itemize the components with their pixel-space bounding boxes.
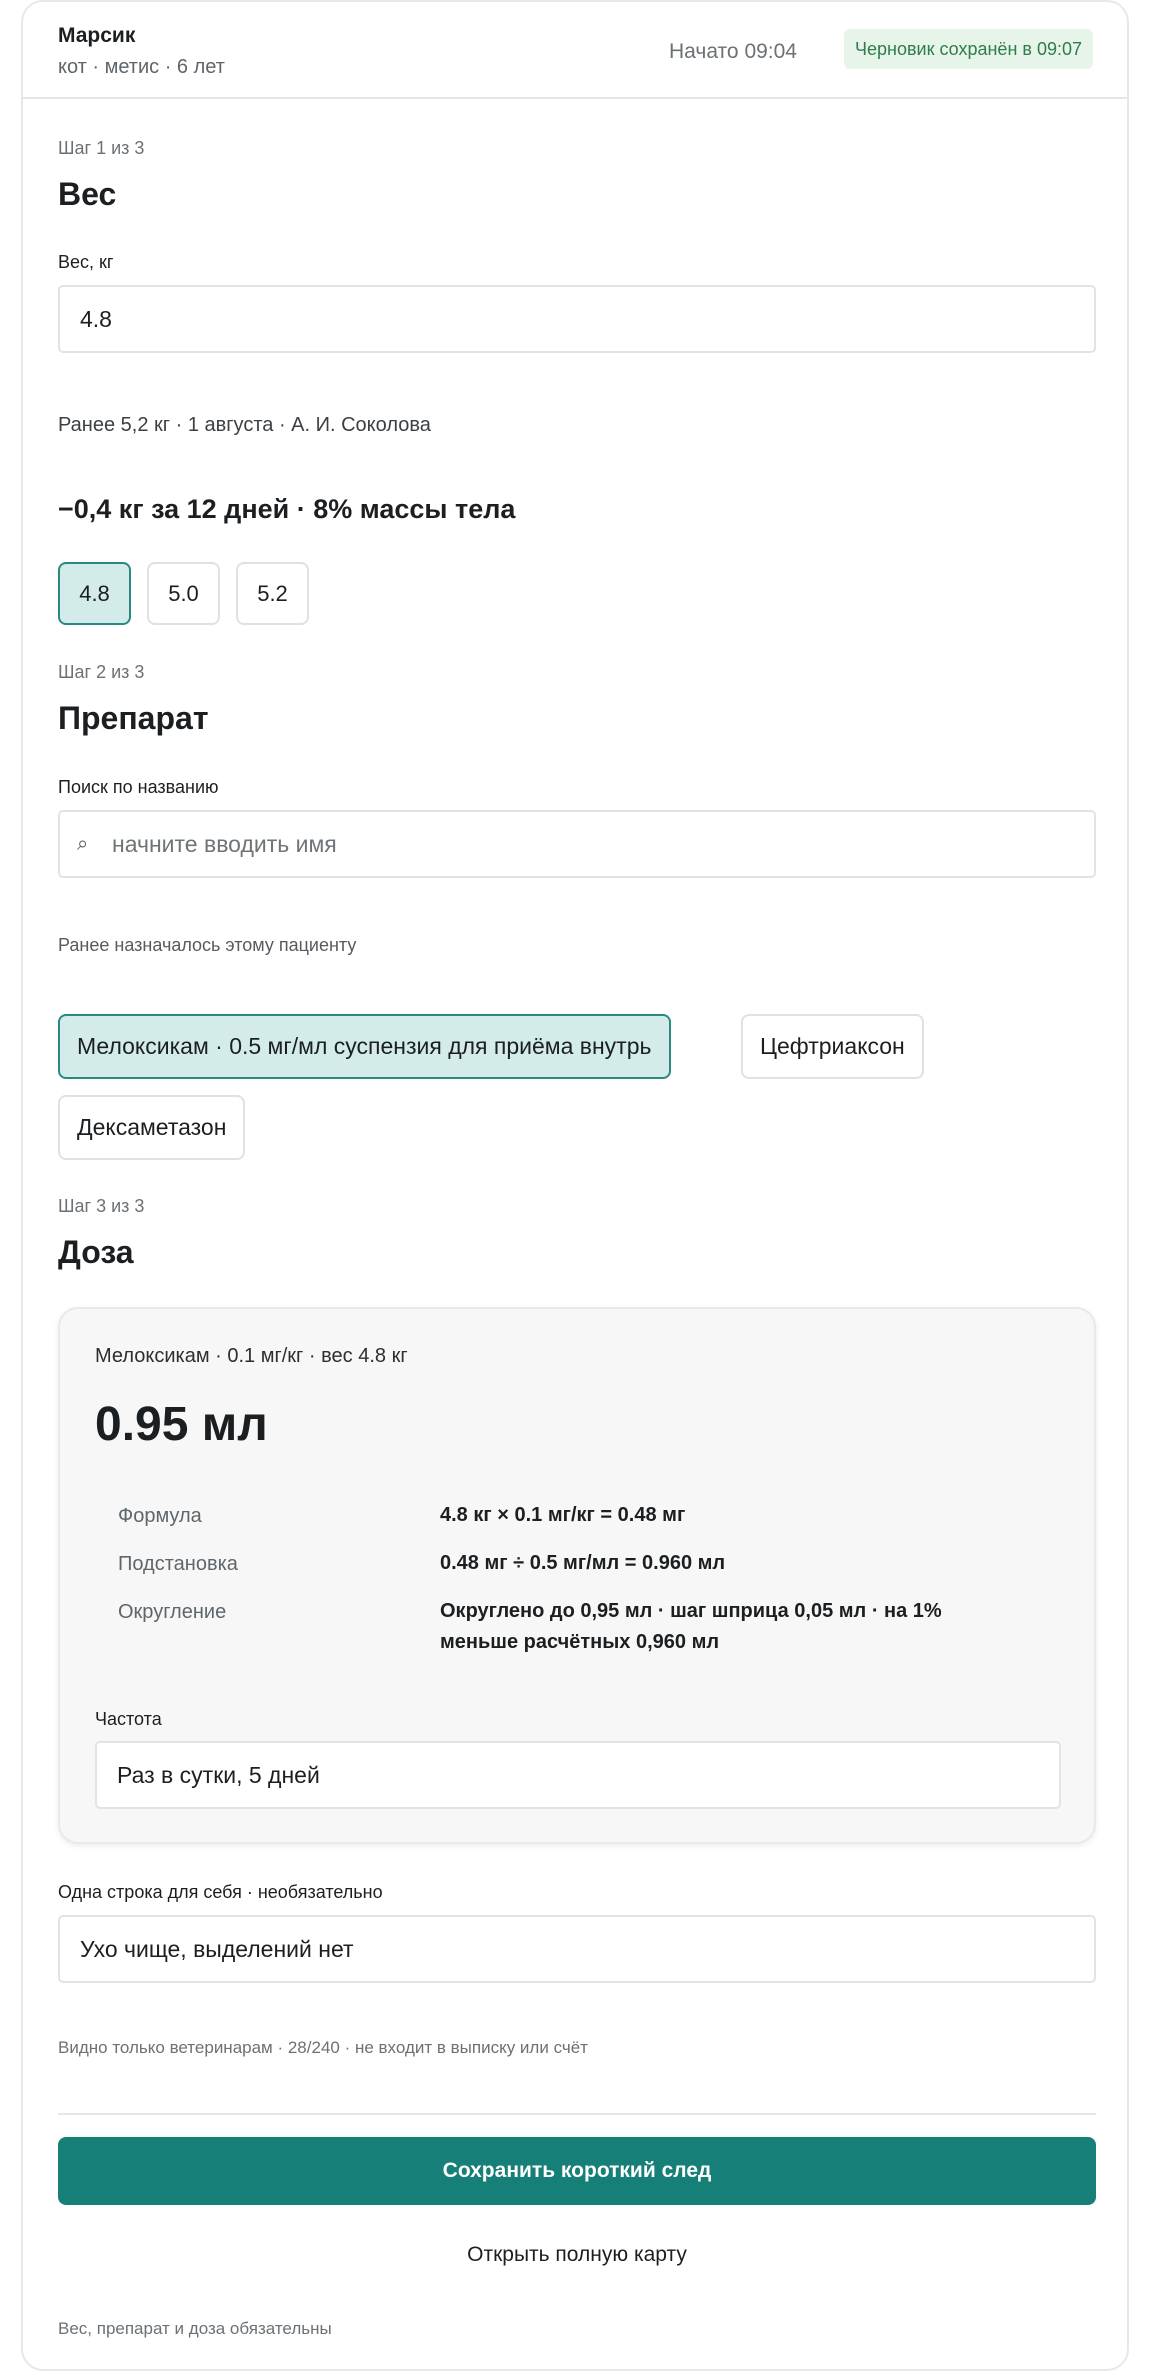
frequency-label: Частота (95, 1709, 162, 1729)
weight-chip-4-8[interactable]: 4.8 (58, 562, 131, 625)
rounding-value: Округлено до 0,95 мл · шаг шприца 0,05 м… (440, 1600, 942, 1653)
frequency-input[interactable]: Раз в сутки, 5 дней (95, 1741, 1061, 1809)
dose-calculation-panel: Мелоксикам · 0.1 мг/кг · вес 4.8 кг 0.95… (58, 1307, 1096, 1844)
weight-chip-5-2[interactable]: 5.2 (236, 562, 309, 625)
weight-delta: −0,4 кг за 12 дней · 8% массы тела (58, 494, 516, 524)
formula-value: 4.8 кг × 0.1 мг/кг = 0.48 мг (440, 1504, 686, 1526)
step-3-label: Шаг 3 из 3 (58, 1196, 145, 1216)
search-icon: ⌕ (77, 833, 89, 855)
drug-history-label: Ранее назначалось этому пациенту (58, 935, 357, 955)
note-hint: Видно только ветеринарам · 28/240 · не в… (58, 2038, 588, 2057)
weight-field-label: Вес, кг (58, 252, 114, 272)
dose-value: 0.95 мл (95, 1398, 268, 1451)
footer-divider (58, 2113, 1096, 2115)
drug-search-label: Поиск по названию (58, 777, 219, 797)
patient-meta: кот · метис · 6 лет (58, 56, 225, 78)
drug-chip-meloxicam[interactable]: Мелоксикам · 0.5 мг/мл суспензия для при… (58, 1014, 671, 1079)
step-1-label: Шаг 1 из 3 (58, 138, 145, 158)
note-input[interactable]: Ухо чище, выделений нет (58, 1915, 1096, 1983)
formula-label: Формула (118, 1505, 202, 1527)
drug-chip-ceftriaxone[interactable]: Цефтриаксон (741, 1014, 924, 1079)
drug-chip-dexamethasone[interactable]: Дексаметазон (58, 1095, 246, 1160)
open-full-card-link[interactable]: Открыть полную карту (58, 2243, 1096, 2267)
patient-header: Марсик кот · метис · 6 лет Начато 09:04 … (23, 2, 1127, 99)
visit-form-card: Марсик кот · метис · 6 лет Начато 09:04 … (21, 0, 1129, 2371)
substitution-label: Подстановка (118, 1553, 238, 1575)
patient-name: Марсик (58, 24, 136, 47)
dose-summary: Мелоксикам · 0.1 мг/кг · вес 4.8 кг (95, 1345, 408, 1367)
rounding-label: Округление (118, 1601, 227, 1623)
weight-input[interactable]: 4.8 (58, 285, 1096, 353)
step-2-label: Шаг 2 из 3 (58, 662, 145, 682)
weight-section-title: Вес (58, 176, 117, 212)
required-footnote: Вес, препарат и доза обязательны (58, 2319, 332, 2338)
visit-started-time: Начато 09:04 (669, 40, 797, 63)
dose-section-title: Доза (58, 1234, 134, 1270)
draft-status-badge: Черновик сохранён в 09:07 (844, 29, 1093, 69)
save-button[interactable]: Сохранить короткий след (58, 2137, 1096, 2205)
note-label: Одна строка для себя · необязательно (58, 1882, 383, 1902)
drug-section-title: Препарат (58, 700, 209, 736)
weight-chip-5-0[interactable]: 5.0 (147, 562, 220, 625)
drug-search-placeholder: начните вводить имя (112, 831, 337, 857)
previous-weight-info: Ранее 5,2 кг · 1 августа · А. И. Соколов… (58, 414, 431, 436)
substitution-value: 0.48 мг ÷ 0.5 мг/мл = 0.960 мл (440, 1552, 726, 1574)
drug-search-input[interactable]: ⌕ начните вводить имя (58, 810, 1096, 878)
